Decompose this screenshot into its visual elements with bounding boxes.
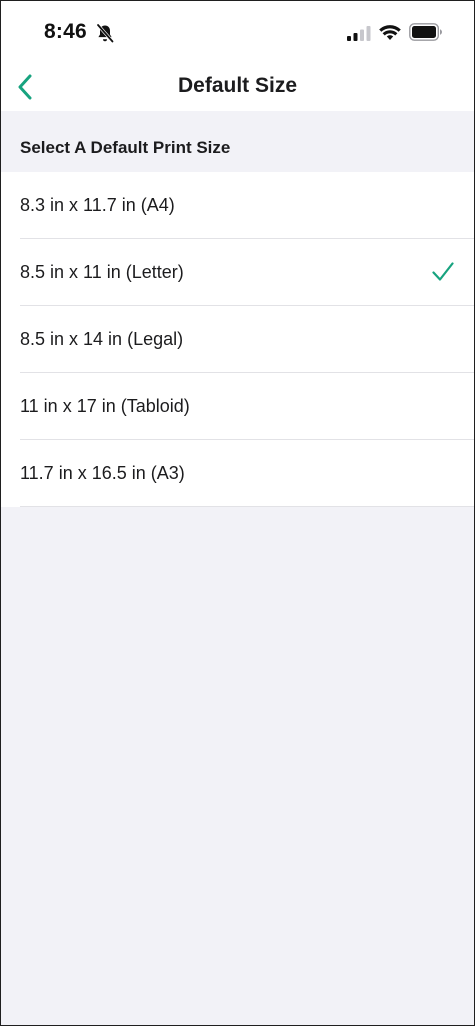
size-option-label: 11 in x 17 in (Tabloid) — [20, 396, 190, 416]
bell-slash-icon — [96, 23, 114, 43]
battery-icon — [409, 23, 442, 41]
size-option-label: 8.5 in x 14 in (Legal) — [20, 329, 184, 349]
size-option-letter[interactable]: 8.5 in x 11 in (Letter) — [1, 239, 474, 306]
checkmark-icon — [432, 262, 454, 281]
page-title: Default Size — [177, 74, 298, 97]
status-bar: 8:46 — [1, 1, 474, 63]
size-option-legal[interactable]: 8.5 in x 14 in (Legal) — [1, 306, 474, 373]
print-size-list: 8.3 in x 11.7 in (A4) 8.5 in x 11 in (Le… — [1, 172, 474, 507]
navigation-bar: Default Size — [1, 63, 474, 111]
size-option-a4[interactable]: 8.3 in x 11.7 in (A4) — [1, 172, 474, 239]
top-area: 8:46 Default Size — [1, 1, 474, 111]
cellular-signal-icon — [347, 26, 371, 41]
app-screen: 8:46 Default Size Select A Default Print… — [0, 0, 475, 1026]
wifi-icon — [379, 25, 401, 40]
size-option-tabloid[interactable]: 11 in x 17 in (Tabloid) — [1, 373, 474, 440]
size-option-label: 8.3 in x 11.7 in (A4) — [20, 195, 175, 215]
section-header: Select A Default Print Size — [20, 138, 231, 157]
status-time: 8:46 — [44, 20, 87, 43]
size-option-a3[interactable]: 11.7 in x 16.5 in (A3) — [1, 440, 474, 507]
size-option-label: 8.5 in x 11 in (Letter) — [20, 262, 184, 282]
size-option-label: 11.7 in x 16.5 in (A3) — [20, 463, 185, 483]
